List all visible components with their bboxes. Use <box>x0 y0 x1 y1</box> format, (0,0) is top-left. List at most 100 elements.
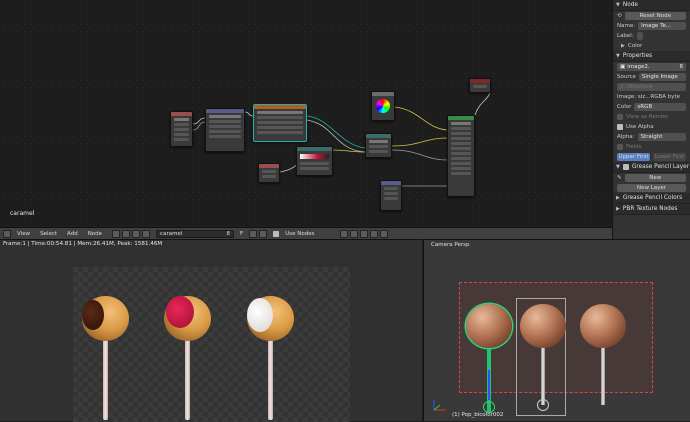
bump-node[interactable] <box>380 180 402 211</box>
color-subpanel[interactable]: ▶ Color <box>613 41 690 51</box>
lower-first-button[interactable]: Lower First <box>653 153 686 161</box>
menu-node[interactable]: Node <box>84 230 106 238</box>
node-link <box>394 106 448 131</box>
node-header[interactable] <box>470 79 490 83</box>
backdrop-icon[interactable] <box>340 229 349 238</box>
color-ramp-gradient[interactable] <box>300 154 329 159</box>
fields-label: Fields <box>626 144 642 150</box>
render-status-text: Frame:1 | Time:00:54.81 | Mem:26.41M, Pe… <box>3 241 163 247</box>
path-row: //..Structure <box>613 82 690 92</box>
node-header[interactable] <box>372 92 394 96</box>
node-socket-row <box>451 122 471 125</box>
view-as-render-checkbox[interactable] <box>617 114 623 120</box>
color-space-dropdown[interactable]: sRGB <box>634 103 686 111</box>
node-header[interactable] <box>448 116 474 120</box>
label-row: Label: <box>613 31 690 41</box>
collapse-triangle-icon: ▼ <box>616 164 620 170</box>
image-name: image2. <box>627 64 650 70</box>
add-material-icon[interactable] <box>249 229 258 238</box>
gp-layers-header[interactable]: ▼ Grease Pencil Layer <box>613 162 690 173</box>
paste-icon[interactable] <box>380 229 389 238</box>
lollipop-stick <box>185 332 190 420</box>
copy-icon[interactable] <box>370 229 379 238</box>
node-editor-canvas[interactable]: caramel <box>0 0 612 226</box>
mapping-node[interactable] <box>205 108 245 152</box>
render-result-view[interactable]: Frame:1 | Time:00:54.81 | Mem:26.41M, Pe… <box>0 239 422 422</box>
gp-layer-checkbox[interactable] <box>622 164 629 170</box>
expand-triangle-icon: ▶ <box>616 195 620 201</box>
candy-swirl <box>247 298 273 332</box>
use-nodes-checkbox[interactable] <box>273 230 280 237</box>
properties-panel-header[interactable]: ▼ Properties <box>613 51 690 62</box>
upper-first-button[interactable]: Upper First <box>617 153 650 161</box>
editor-type-icon[interactable] <box>3 229 11 238</box>
node-socket-row <box>451 157 471 160</box>
snap-icon[interactable] <box>350 229 359 238</box>
fields-checkbox[interactable] <box>617 144 623 150</box>
menu-view[interactable]: View <box>13 230 34 238</box>
3d-viewport[interactable]: Camera Persp (1) Pop_bicolor002 <box>423 239 690 421</box>
lollipop[interactable] <box>520 304 566 348</box>
line-style-icon[interactable] <box>142 229 151 238</box>
alpha-row: Alpha: Straight <box>613 132 690 142</box>
node-socket-row <box>369 145 388 148</box>
lollipop[interactable] <box>580 304 626 348</box>
color-space-row: Color sRGB <box>613 102 690 112</box>
node-editor-header: View Select Add Node caramel 8 F Use Nod… <box>0 227 612 239</box>
color-wheel[interactable] <box>376 99 390 113</box>
gp-layers-title: Grease Pencil Layer <box>631 164 690 170</box>
node-link <box>391 149 448 161</box>
new-gp-button[interactable]: New <box>624 174 686 182</box>
node-header[interactable] <box>259 164 279 168</box>
node-header[interactable] <box>206 109 244 113</box>
active-object-label: (1) Pop_bicolor002 <box>452 412 504 418</box>
image-texture-node[interactable] <box>253 104 307 142</box>
alpha-dropdown[interactable]: Straight <box>637 133 686 141</box>
node-header[interactable] <box>381 181 401 185</box>
alpha-label: Alpha: <box>617 134 635 140</box>
texture-coordinate-node[interactable] <box>170 111 193 147</box>
node-panel-header[interactable]: ▼ Node <box>613 0 690 11</box>
pbr-nodes-header[interactable]: ▶ PBR Texture Nodes <box>613 204 690 215</box>
unlink-icon[interactable] <box>259 229 268 238</box>
mix-rgb-node[interactable] <box>365 133 392 158</box>
node-socket-row <box>257 111 303 114</box>
name-field[interactable]: Image Te... <box>638 22 686 30</box>
world-icon[interactable] <box>132 229 141 238</box>
reset-row: ⟲ Reset Node <box>613 11 690 21</box>
node-header[interactable] <box>254 105 306 109</box>
use-alpha-checkbox[interactable] <box>617 124 623 130</box>
gp-colors-header[interactable]: ▶ Grease Pencil Colors <box>613 193 690 204</box>
collapse-triangle-icon: ▼ <box>616 2 620 8</box>
node-socket-row <box>451 152 471 155</box>
source-dropdown[interactable]: Single Image <box>638 73 686 81</box>
node-socket-row <box>451 147 471 150</box>
node-header[interactable] <box>297 147 332 151</box>
menu-add[interactable]: Add <box>63 230 82 238</box>
node-header[interactable] <box>366 134 391 138</box>
node-socket-row <box>257 116 303 119</box>
color-ramp-node[interactable] <box>296 146 333 176</box>
new-layer-button[interactable]: New Layer <box>617 184 686 192</box>
node-socket-row <box>209 120 241 123</box>
object-icon[interactable] <box>122 229 131 238</box>
source-label: Source <box>617 74 636 80</box>
snap-element-icon[interactable] <box>360 229 369 238</box>
image-selector[interactable]: ▣ image2. 8 <box>617 63 686 71</box>
menu-select[interactable]: Select <box>36 230 61 238</box>
label-field[interactable] <box>636 32 643 40</box>
fake-user-button[interactable]: F <box>236 230 247 238</box>
node-header[interactable] <box>171 112 192 116</box>
material-selector[interactable]: caramel 8 <box>156 229 235 238</box>
object-info-node[interactable] <box>258 163 280 183</box>
rgb-node[interactable] <box>371 91 395 121</box>
lollipop-stick <box>601 343 605 405</box>
reset-node-button[interactable]: Reset Node <box>624 12 686 20</box>
candy-swirl <box>82 300 104 330</box>
material-output-node[interactable] <box>469 78 491 93</box>
shader-type-icon[interactable] <box>112 229 121 238</box>
principled-bsdf-node[interactable] <box>447 115 475 197</box>
node-socket-row <box>209 130 241 133</box>
lollipop-selected[interactable] <box>466 304 512 348</box>
image-path-field[interactable]: //..Structure <box>617 83 686 91</box>
